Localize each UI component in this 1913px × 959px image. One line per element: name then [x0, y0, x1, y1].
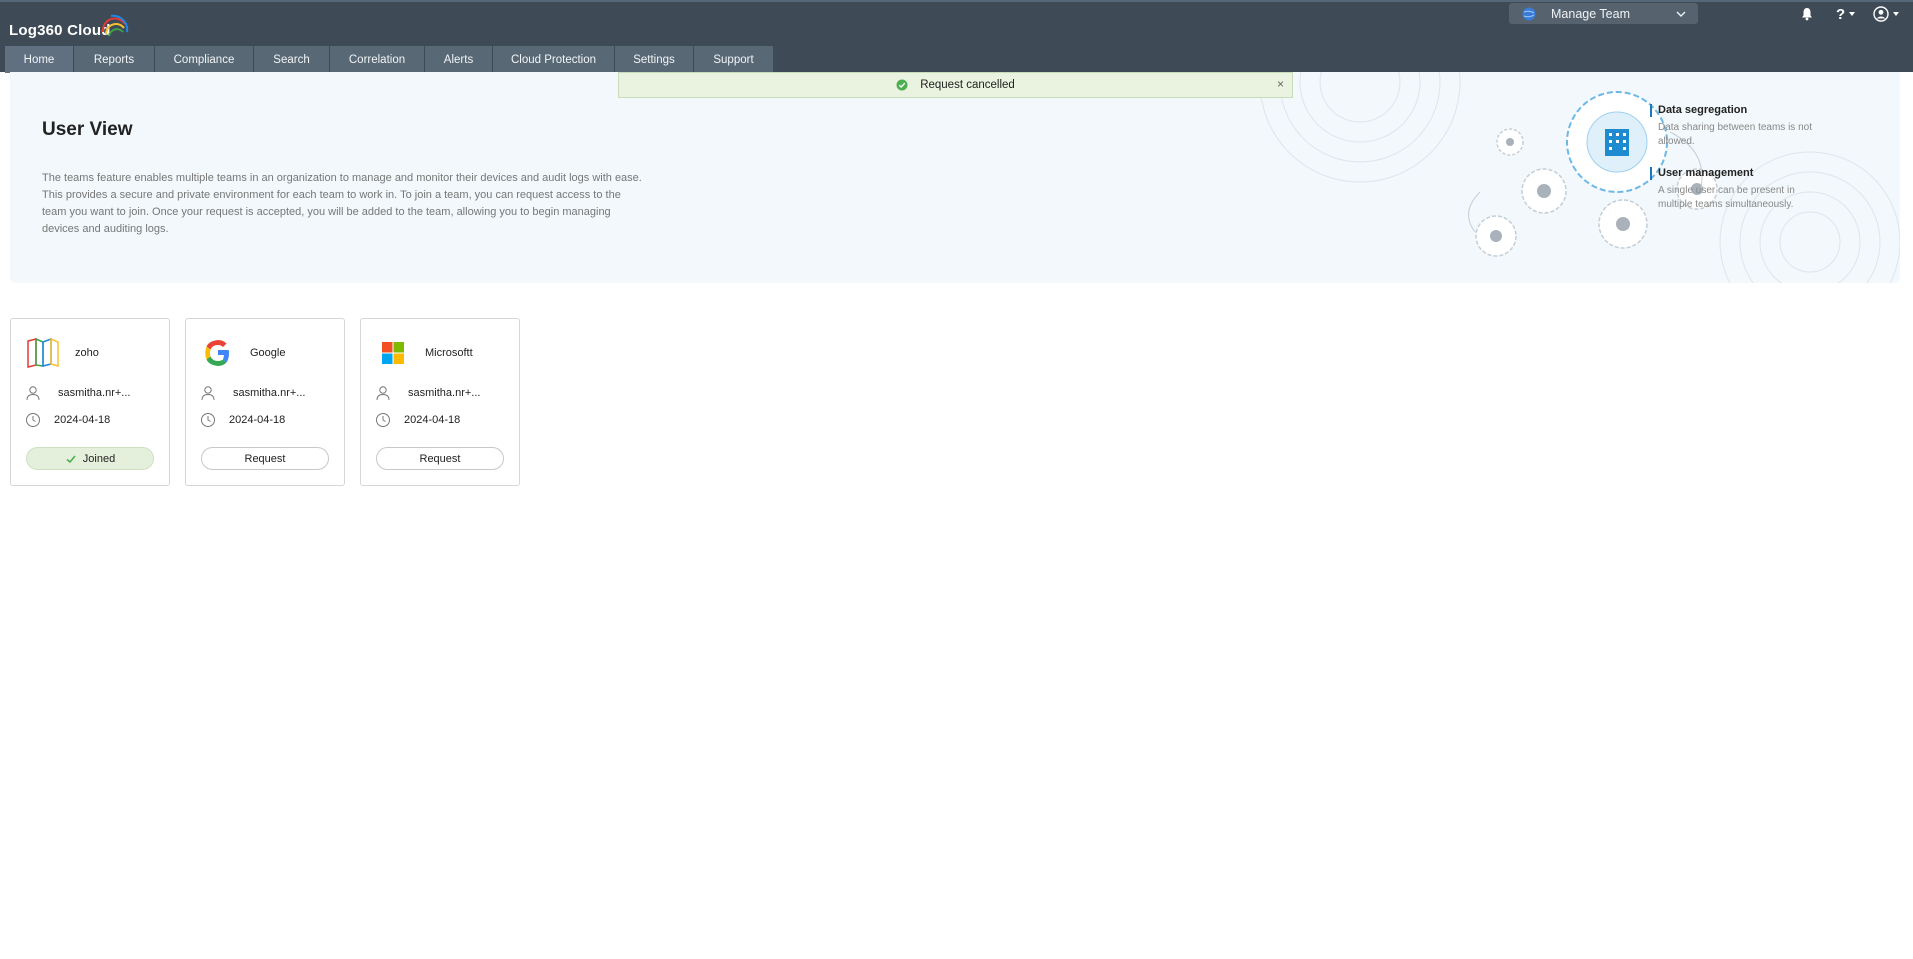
nav-settings[interactable]: Settings	[615, 46, 693, 73]
team-owner-text: sasmitha.nr+...	[58, 387, 131, 399]
team-name: zoho	[75, 347, 99, 359]
success-check-icon	[896, 79, 908, 91]
team-date-text: 2024-04-18	[404, 414, 461, 426]
team-card-google[interactable]: Google sasmitha.nr+... 2024-04-18 Reques…	[185, 318, 345, 486]
team-name: Microsoftt	[425, 347, 473, 359]
notifications-button[interactable]	[1800, 5, 1814, 23]
chevron-down-icon	[1676, 11, 1686, 17]
team-name: Google	[250, 347, 286, 359]
user-view-banner: User View The teams feature enables mult…	[10, 72, 1900, 283]
nav-reports[interactable]: Reports	[74, 46, 154, 73]
user-menu-button[interactable]	[1873, 5, 1900, 23]
caret-down-icon	[1849, 12, 1856, 16]
user-icon	[376, 386, 390, 401]
google-logo-icon	[205, 340, 229, 366]
user-icon	[1873, 6, 1889, 22]
help-menu-button[interactable]: ?	[1836, 5, 1856, 23]
page-title: User View	[42, 119, 133, 140]
main-nav: Home Reports Compliance Search Correlati…	[5, 46, 774, 73]
app-logo[interactable]: Log360 Cloud	[9, 10, 129, 44]
team-date: 2024-04-18	[375, 412, 460, 428]
feature-data-segregation: Data segregation Data sharing between te…	[1650, 104, 1830, 149]
feature-title: Data segregation	[1650, 104, 1830, 117]
app-logo-text: Log360 Cloud	[9, 22, 111, 39]
logo-arc-icon	[101, 14, 129, 37]
feature-description: A single user can be present in multiple…	[1658, 185, 1795, 210]
team-globe-icon	[1522, 7, 1536, 20]
feature-user-management: User management A single user can be pre…	[1650, 167, 1830, 212]
team-owner-text: sasmitha.nr+...	[408, 387, 481, 399]
user-icon	[26, 386, 40, 401]
request-cancelled-toast: Request cancelled ×	[618, 72, 1293, 98]
team-date: 2024-04-18	[200, 412, 285, 428]
request-button[interactable]: Request	[376, 447, 504, 470]
check-icon	[66, 454, 76, 463]
nav-cloud-protection[interactable]: Cloud Protection	[493, 46, 614, 73]
toast-message: Request cancelled	[920, 79, 1015, 91]
team-cards: zoho sasmitha.nr+... 2024-04-18 Joined G…	[10, 318, 535, 486]
team-owner: sasmitha.nr+...	[375, 385, 480, 401]
nav-home[interactable]: Home	[5, 46, 73, 73]
feature-description: Data sharing between teams is not allowe…	[1658, 122, 1812, 147]
page-description: The teams feature enables multiple teams…	[42, 172, 642, 235]
nav-support[interactable]: Support	[694, 46, 773, 73]
clock-icon	[376, 413, 390, 427]
feature-title: User management	[1650, 167, 1830, 180]
user-icon	[201, 386, 215, 401]
joined-button[interactable]: Joined	[26, 447, 154, 470]
team-card-microsoft[interactable]: Microsoftt sasmitha.nr+... 2024-04-18 Re…	[360, 318, 520, 486]
team-card-zoho[interactable]: zoho sasmitha.nr+... 2024-04-18 Joined	[10, 318, 170, 486]
team-owner: sasmitha.nr+...	[200, 385, 305, 401]
request-button[interactable]: Request	[201, 447, 329, 470]
team-owner-text: sasmitha.nr+...	[233, 387, 306, 399]
top-bar: Log360 Cloud Manage Team ? Home Reports …	[0, 0, 1913, 73]
team-date: 2024-04-18	[25, 412, 110, 428]
clock-icon	[201, 413, 215, 427]
nav-compliance[interactable]: Compliance	[155, 46, 253, 73]
team-date-text: 2024-04-18	[54, 414, 111, 426]
caret-down-icon	[1893, 12, 1899, 16]
clock-icon	[26, 413, 40, 427]
nav-correlation[interactable]: Correlation	[330, 46, 424, 73]
bell-icon	[1802, 8, 1812, 21]
help-icon: ?	[1836, 5, 1846, 23]
manage-team-label: Manage Team	[1551, 6, 1630, 21]
zoho-logo-icon	[27, 337, 59, 368]
manage-team-dropdown[interactable]: Manage Team	[1509, 3, 1698, 24]
joined-label: Joined	[82, 452, 116, 465]
nav-alerts[interactable]: Alerts	[425, 46, 492, 73]
nav-search[interactable]: Search	[254, 46, 329, 73]
microsoft-logo-icon	[382, 342, 404, 364]
team-date-text: 2024-04-18	[229, 414, 286, 426]
team-owner: sasmitha.nr+...	[25, 385, 130, 401]
close-icon[interactable]: ×	[1277, 77, 1284, 91]
